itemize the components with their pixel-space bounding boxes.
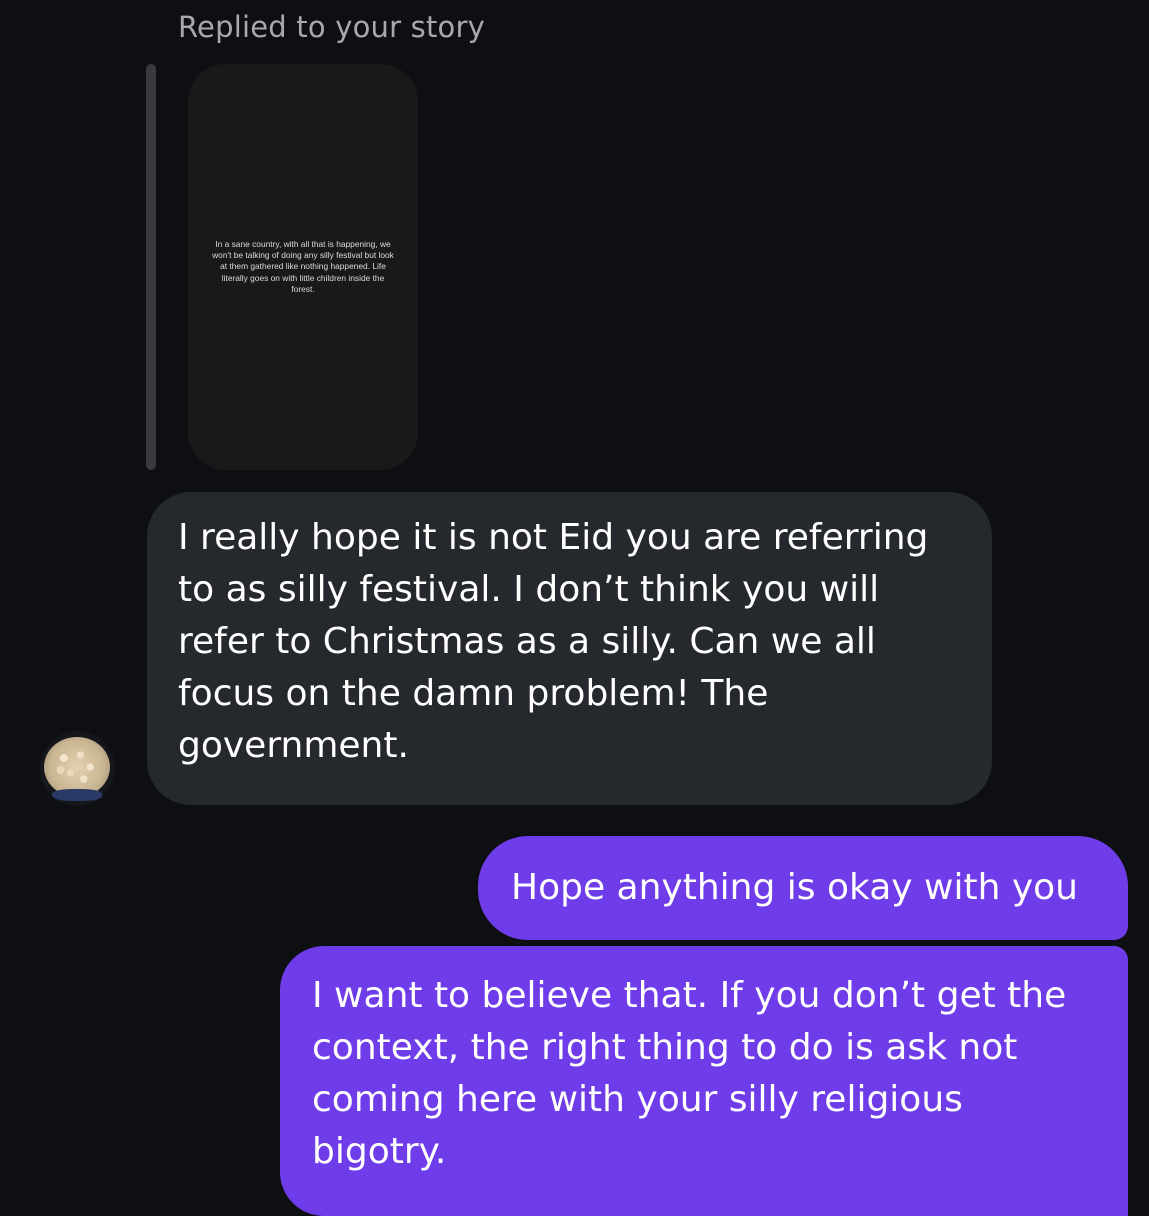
incoming-message-text: I really hope it is not Eid you are refe… bbox=[178, 517, 929, 766]
sender-avatar[interactable] bbox=[40, 731, 115, 806]
outgoing-message-bubble[interactable]: I want to believe that. If you don’t get… bbox=[280, 946, 1128, 1216]
reply-quote-bar bbox=[146, 64, 156, 470]
story-preview[interactable]: In a sane country, with all that is happ… bbox=[188, 64, 418, 470]
outgoing-message-bubble[interactable]: Hope anything is okay with you bbox=[478, 836, 1128, 940]
outgoing-message-text: Hope anything is okay with you bbox=[511, 867, 1078, 908]
incoming-message-bubble[interactable]: I really hope it is not Eid you are refe… bbox=[147, 492, 992, 805]
outgoing-message-text: I want to believe that. If you don’t get… bbox=[312, 975, 1067, 1172]
replied-to-story-label: Replied to your story bbox=[178, 10, 485, 44]
story-preview-text: In a sane country, with all that is happ… bbox=[212, 238, 394, 295]
avatar-image bbox=[44, 737, 110, 797]
avatar-image-base bbox=[52, 789, 102, 801]
